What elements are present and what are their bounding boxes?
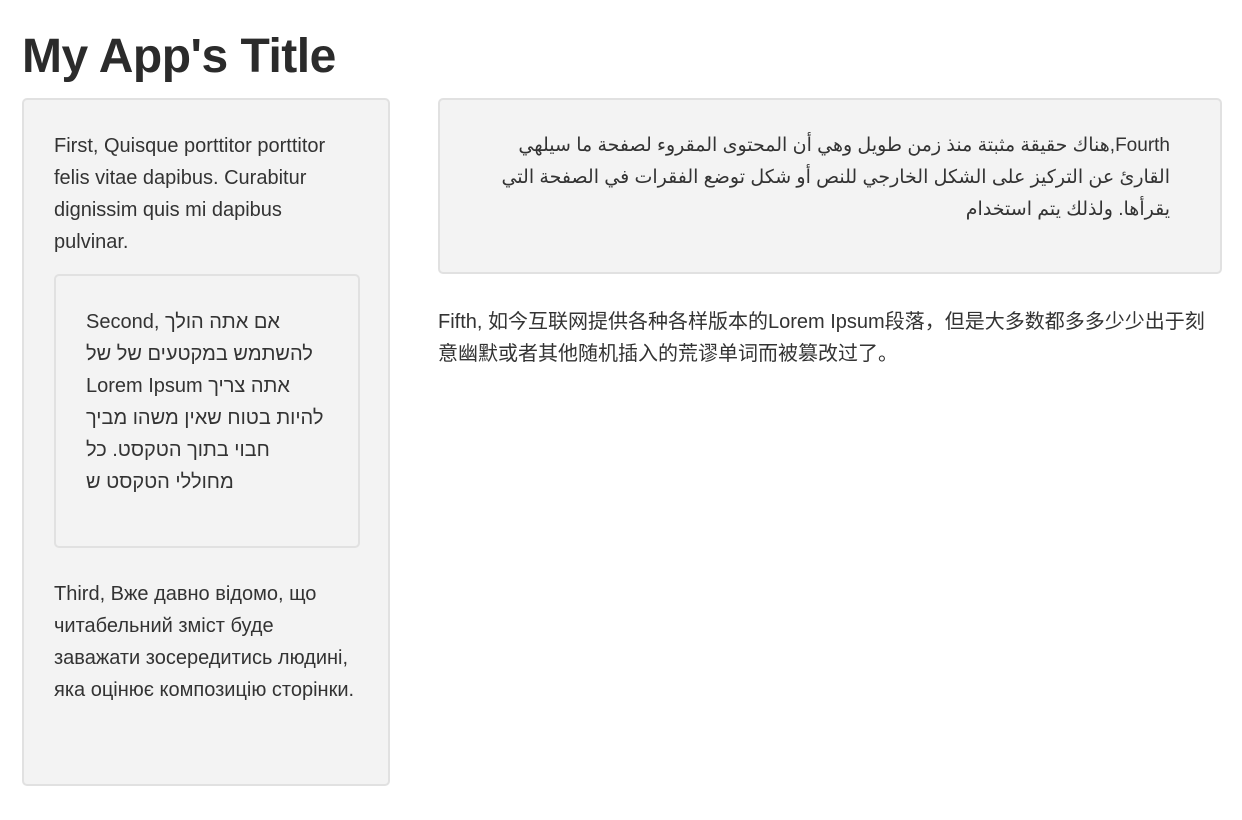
first-paragraph: First, Quisque porttitor porttitor felis…	[54, 135, 326, 253]
fourth-paragraph: Fourth,هناك حقيقة مثبتة منذ زمن طويل وهي…	[501, 135, 1170, 220]
main-well: Fourth,هناك حقيقة مثبتة منذ زمن طويل وهي…	[438, 98, 1222, 274]
sidebar-panel: First, Quisque porttitor porttitor felis…	[22, 98, 390, 786]
fifth-paragraph: Fifth, 如今互联网提供各种各样版本的Lorem Ipsum段落，但是大多数…	[438, 311, 1205, 365]
second-paragraph: Second, אם אתה הולך להשתמש במקטעים של של…	[86, 311, 324, 493]
page-title: My App's Title	[22, 30, 336, 83]
nested-well: Second, אם אתה הולך להשתמש במקטעים של של…	[54, 274, 360, 548]
third-paragraph: Third, Вже давно відомо, що читабельний …	[54, 583, 355, 701]
